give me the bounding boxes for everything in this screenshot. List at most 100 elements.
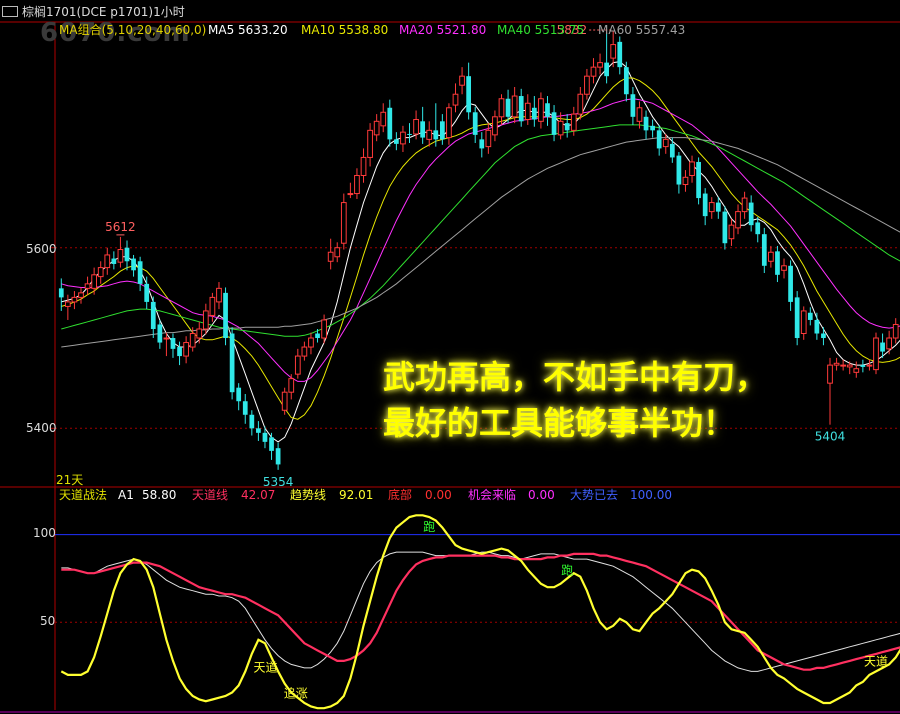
- candle-body-up: [853, 368, 860, 373]
- candle-body-up: [597, 62, 603, 68]
- candle-body-up: [308, 337, 314, 348]
- ma40-line: [61, 124, 900, 337]
- candle-body-up: [492, 116, 498, 136]
- candle-body-up: [689, 161, 695, 176]
- candle: [860, 359, 866, 373]
- candle: [288, 374, 295, 400]
- indicator-legend-item: 机会来临: [468, 488, 517, 502]
- candle: [170, 333, 176, 358]
- candle: [643, 110, 649, 140]
- candle: [630, 87, 636, 125]
- candle: [373, 114, 380, 142]
- indicator-legend-item: A1: [118, 488, 134, 502]
- candle-body-down: [696, 161, 701, 199]
- candle: [886, 330, 893, 355]
- candle-body-down: [821, 333, 826, 339]
- candle: [708, 197, 715, 219]
- ma-legend-item: MA40 5513.75: [497, 23, 585, 37]
- candle: [827, 357, 833, 425]
- candle-body-down: [564, 123, 570, 131]
- y-tick-5400: 5400: [26, 421, 57, 435]
- window-title-text: 棕榈1701(DCE p1701)1小时: [22, 5, 185, 19]
- candle-body-down: [617, 41, 623, 68]
- candle-body-up: [800, 310, 807, 335]
- candle-body-up: [360, 156, 367, 176]
- candle: [91, 267, 98, 295]
- candle-body-up: [636, 107, 643, 122]
- candle-body-up: [334, 247, 341, 258]
- candle-body-up: [866, 364, 873, 367]
- candle: [78, 287, 84, 304]
- y-tick-50: 50: [40, 614, 56, 628]
- signal-label: 跑: [561, 563, 573, 577]
- candle: [853, 361, 860, 378]
- indicator-legend-item: 92.01: [339, 488, 374, 502]
- candle-body-up: [498, 98, 505, 118]
- candle-body-down: [650, 125, 655, 131]
- candle-body-down: [807, 312, 813, 320]
- candle: [308, 332, 314, 355]
- candle: [807, 307, 813, 326]
- candle: [584, 68, 590, 100]
- candle: [294, 348, 301, 379]
- candle-body-down: [545, 103, 550, 117]
- candle-body-up: [570, 113, 577, 131]
- candle-body-down: [604, 62, 609, 77]
- candle: [676, 152, 682, 194]
- candle-body-down: [439, 121, 445, 140]
- candle: [564, 114, 570, 138]
- candle: [183, 336, 189, 364]
- candle: [617, 36, 623, 75]
- indicator-legend-item: 天道战法: [59, 488, 108, 502]
- candle: [728, 218, 735, 246]
- candle-body-down: [761, 234, 767, 266]
- candle: [360, 148, 367, 183]
- candle: [387, 99, 393, 147]
- candle-body-up: [840, 364, 847, 367]
- ma-legend-item: MA60 5557.43: [598, 23, 686, 37]
- candle: [840, 359, 847, 371]
- ma-legend-item: MA组合(5,10,20,40,60,0): [59, 23, 207, 37]
- candle-body-down: [394, 139, 399, 144]
- indicator-legend-item: 0.00: [528, 488, 555, 502]
- candle-body-down: [669, 143, 675, 158]
- candle-body-up: [426, 129, 433, 140]
- candle-body-up: [833, 362, 840, 366]
- candle: [64, 294, 71, 320]
- candle-body-up: [735, 211, 741, 229]
- candle-body-up: [682, 176, 689, 186]
- candle-body-down: [531, 107, 537, 120]
- candle-body-down: [58, 288, 64, 298]
- candle-body-up: [886, 337, 893, 350]
- candle: [407, 123, 412, 143]
- candle: [117, 236, 124, 268]
- candle: [604, 32, 609, 84]
- window-menu-icon[interactable]: [2, 6, 18, 17]
- candle: [741, 191, 748, 219]
- candle-body-down: [170, 338, 176, 349]
- candle-body-down: [111, 258, 117, 264]
- candle: [821, 327, 826, 346]
- candle: [748, 195, 754, 232]
- candle-body-up: [321, 319, 327, 339]
- candle: [551, 105, 557, 142]
- candle: [479, 132, 485, 158]
- candle-body-up: [708, 202, 715, 213]
- candle: [472, 106, 478, 143]
- candle-body-up: [340, 202, 347, 244]
- candle-body-up: [557, 120, 564, 136]
- candle-body-up: [288, 378, 295, 393]
- candle: [242, 394, 248, 424]
- candle: [545, 96, 550, 126]
- candle: [459, 67, 465, 95]
- candle: [492, 110, 498, 142]
- candle-body-down: [466, 76, 472, 113]
- candle: [538, 92, 544, 129]
- candle: [696, 157, 701, 205]
- candle: [249, 410, 255, 436]
- candle-body-up: [189, 333, 196, 348]
- candle: [755, 217, 761, 243]
- candle: [669, 137, 675, 163]
- candle: [650, 119, 655, 138]
- candle-body-down: [407, 133, 412, 135]
